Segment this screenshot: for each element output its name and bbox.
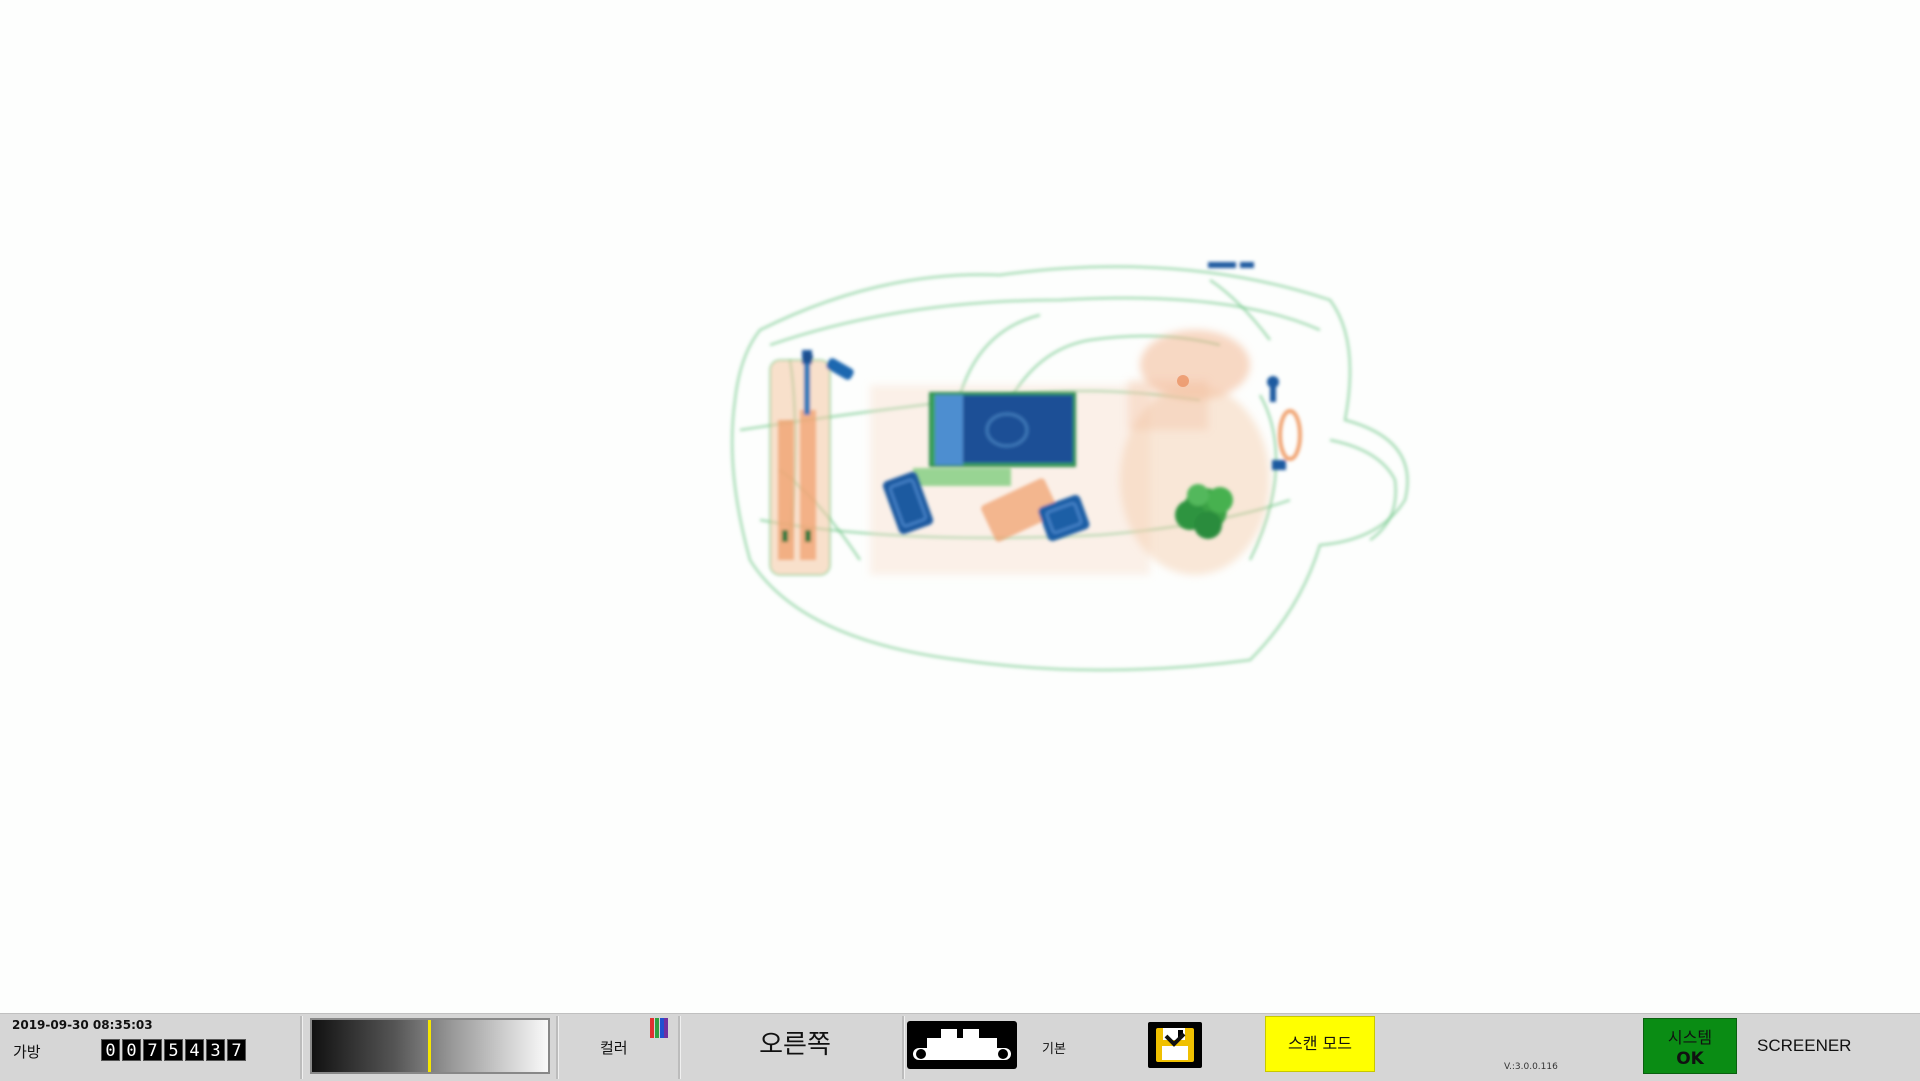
system-status-value: OK: [1676, 1049, 1704, 1069]
contrast-slider[interactable]: [310, 1018, 550, 1074]
scan-datetime: 2019-09-30 08:35:03: [12, 1018, 153, 1032]
bag-counter-digit: 5: [164, 1039, 183, 1061]
version-label: V.:3.0.0.116: [1504, 1062, 1558, 1072]
bag-counter-digit: 7: [227, 1039, 246, 1061]
bag-label: 가방: [13, 1043, 41, 1061]
bag-counter-digit: 7: [143, 1039, 162, 1061]
separator: [300, 1016, 303, 1079]
basic-mode-label: 기본: [1042, 1042, 1066, 1057]
separator: [902, 1016, 905, 1079]
color-bars-icon: [650, 1018, 668, 1038]
xray-bag-image: [730, 262, 1409, 672]
status-bar: 2019-09-30 08:35:03 가방 0075437 컬러 오른쪽 기본: [0, 1013, 1920, 1081]
bag-counter-digit: 0: [122, 1039, 141, 1061]
color-mode-button[interactable]: 컬러: [560, 1016, 678, 1079]
separator: [556, 1016, 559, 1079]
save-disk-icon: [1156, 1028, 1194, 1062]
user-role-label: SCREENER: [1757, 1036, 1852, 1055]
conveyor-belt-icon: [913, 1029, 1011, 1060]
bag-counter-digit: 3: [206, 1039, 225, 1061]
separator: [678, 1016, 681, 1079]
color-mode-label: 컬러: [600, 1039, 628, 1057]
xray-image-view[interactable]: [0, 0, 1920, 1013]
contrast-slider-handle[interactable]: [428, 1020, 431, 1072]
conveyor-belt-button[interactable]: [907, 1021, 1017, 1069]
save-button[interactable]: [1148, 1022, 1202, 1068]
system-status-label: 시스템: [1667, 1028, 1713, 1047]
direction-label[interactable]: 오른쪽: [690, 1024, 900, 1061]
bag-counter-digit: 0: [101, 1039, 120, 1061]
bag-counter: 0075437: [101, 1039, 246, 1061]
system-status-indicator[interactable]: 시스템 OK: [1643, 1018, 1737, 1074]
bag-counter-digit: 4: [185, 1039, 204, 1061]
scan-mode-button[interactable]: 스캔 모드: [1265, 1016, 1375, 1072]
